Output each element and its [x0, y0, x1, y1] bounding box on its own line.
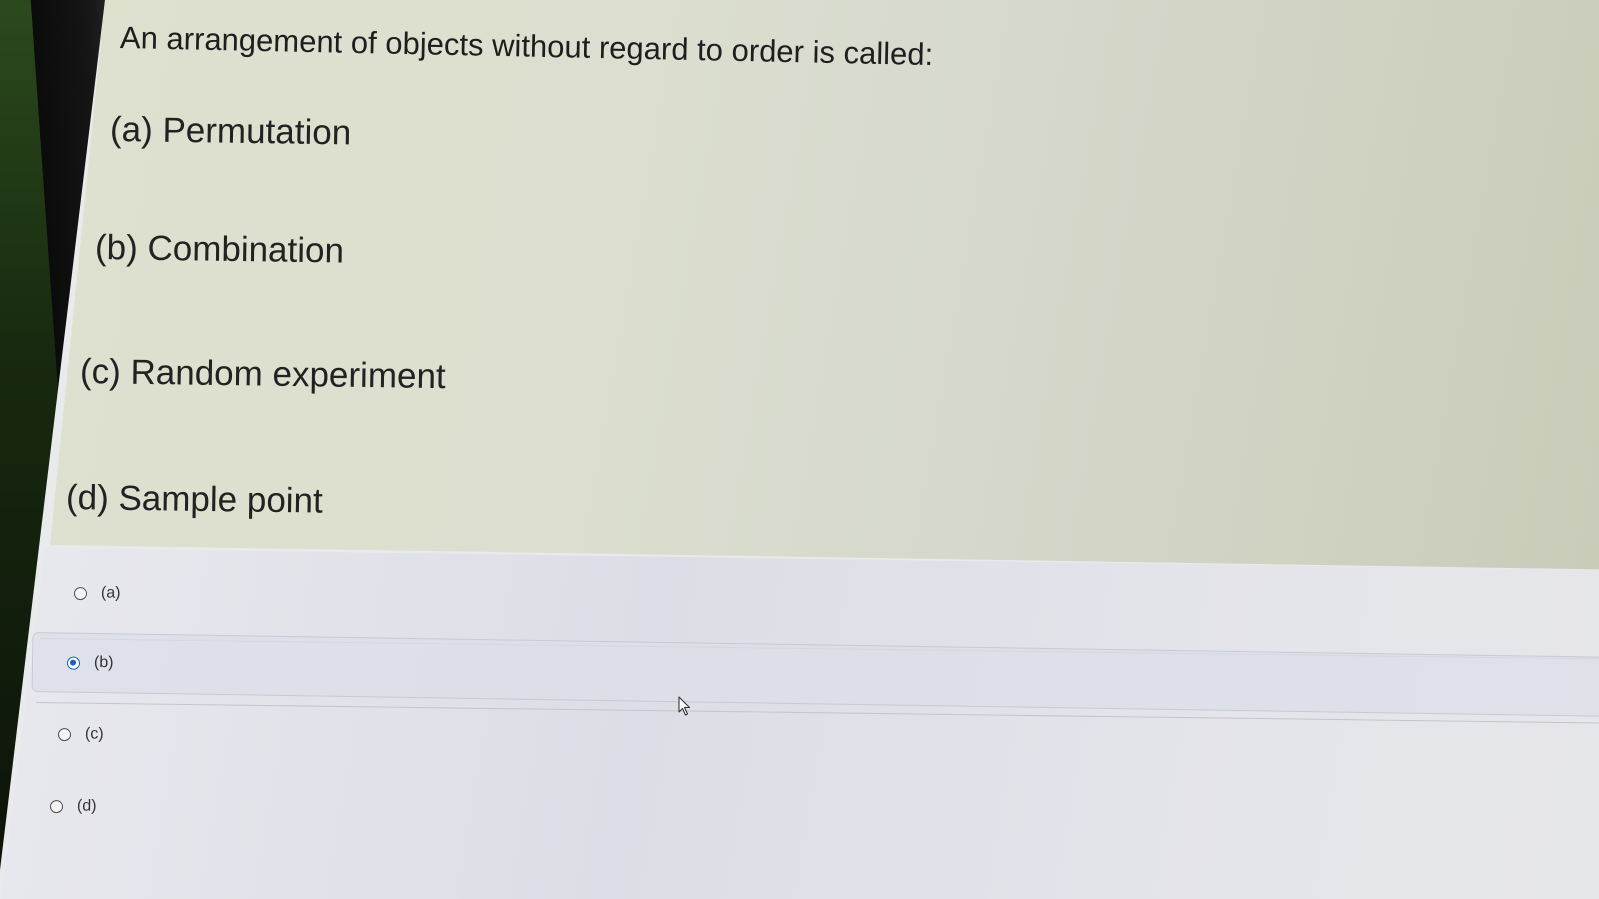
answer-label-d: (d) [76, 797, 97, 815]
radio-button-c[interactable] [57, 727, 72, 741]
answer-label-c: (c) [84, 725, 104, 743]
radio-button-d[interactable] [49, 799, 64, 813]
mouse-pointer-icon [678, 696, 691, 716]
question-option-c: (c) Random experiment [79, 352, 446, 397]
radio-button-a[interactable] [73, 586, 88, 600]
screen: An arrangement of objects without regard… [0, 0, 1599, 899]
answer-label-b: (b) [93, 653, 114, 672]
photo-stage: An arrangement of objects without regard… [0, 0, 1599, 899]
answer-label-a: (a) [100, 584, 121, 602]
question-option-a: (a) Permutation [109, 110, 352, 153]
question-option-d: (d) Sample point [65, 478, 324, 521]
question-option-b: (b) Combination [94, 228, 345, 271]
radio-button-b[interactable] [66, 656, 81, 670]
